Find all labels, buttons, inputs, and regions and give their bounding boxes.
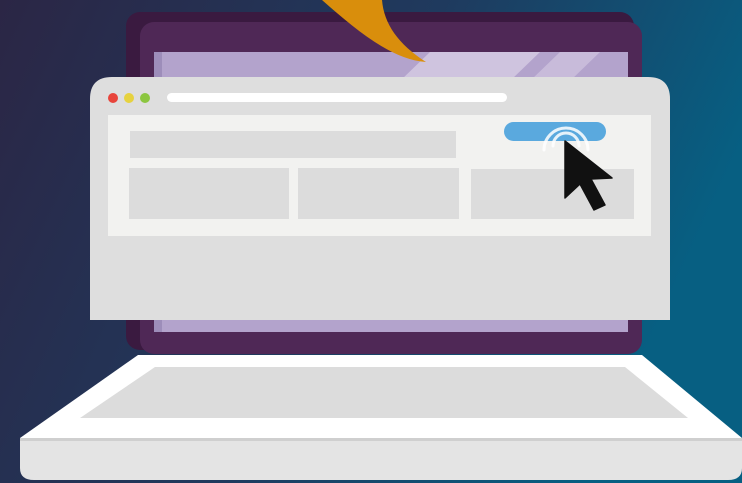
content-card-2[interactable] (298, 168, 459, 219)
maximize-dot[interactable] (140, 93, 150, 103)
base-lip (20, 438, 742, 441)
minimize-dot[interactable] (124, 93, 134, 103)
keyboard-panel (80, 367, 688, 418)
close-dot[interactable] (108, 93, 118, 103)
browser-window (90, 77, 670, 320)
address-bar[interactable] (167, 93, 507, 102)
search-field-placeholder[interactable] (130, 131, 456, 158)
base-front-edge (20, 440, 742, 480)
laptop-illustration (0, 0, 742, 483)
laptop-base (20, 355, 742, 480)
content-card-1[interactable] (129, 168, 289, 219)
